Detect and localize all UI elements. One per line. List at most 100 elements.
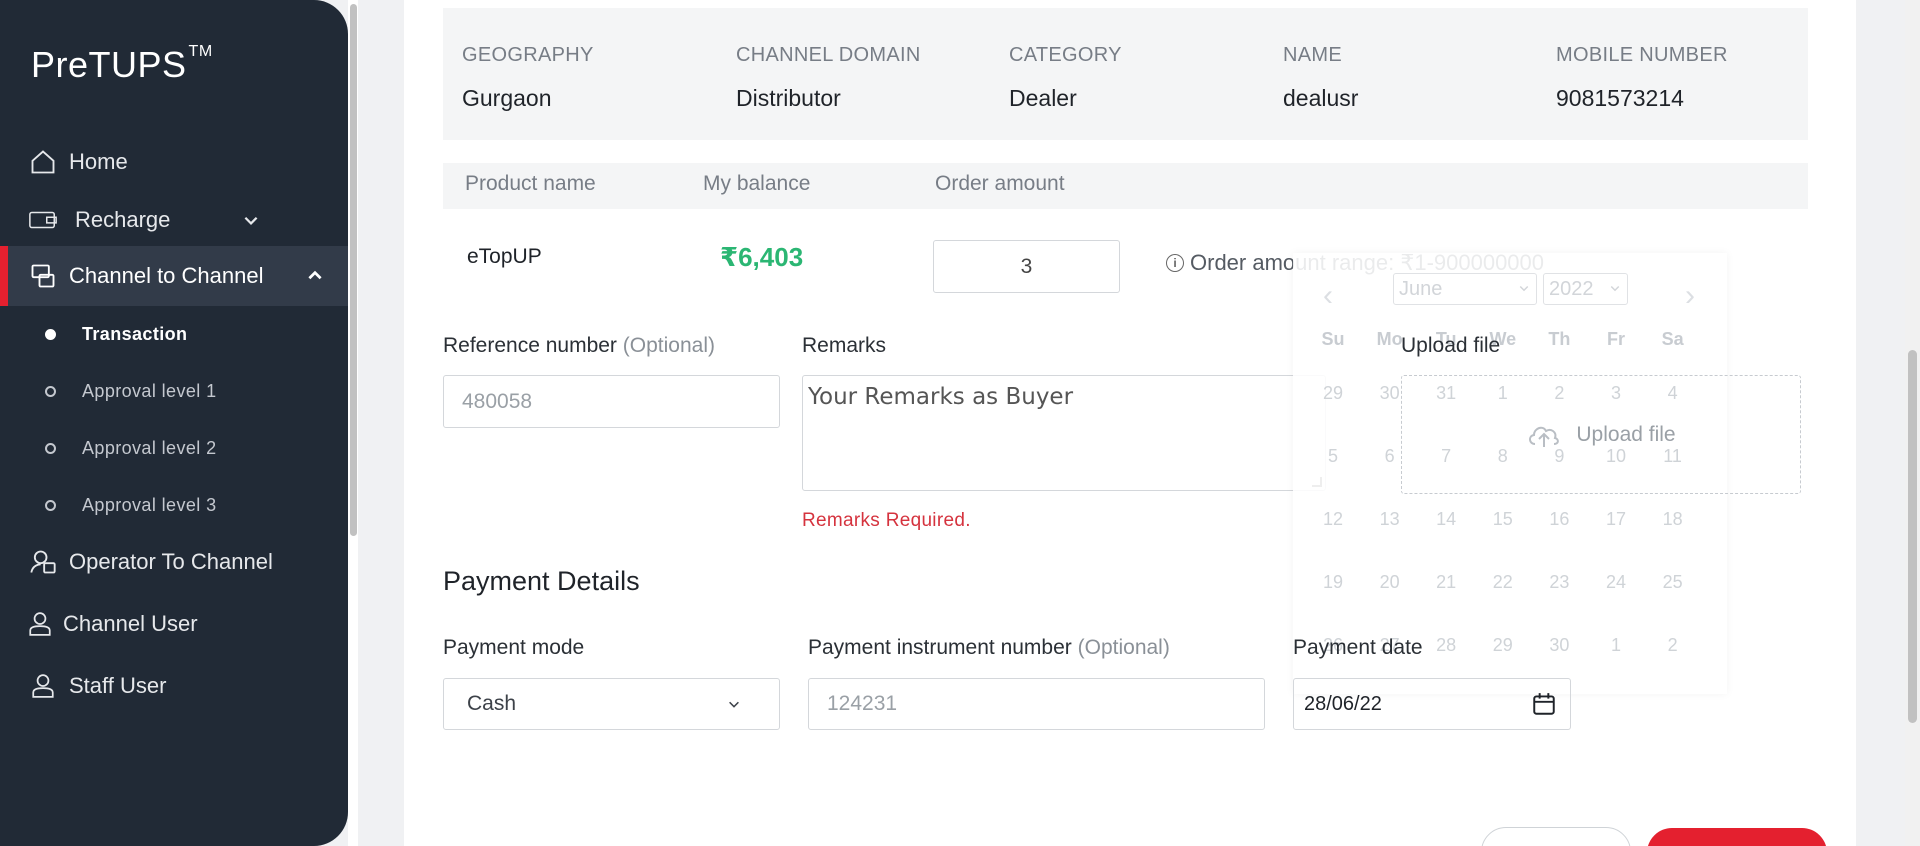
calendar-day[interactable]: 19 [1305, 572, 1361, 593]
payment-mode-select[interactable]: Cash [443, 678, 780, 730]
app-logo: PreTUPS TM [31, 43, 213, 86]
calendar-day[interactable]: 22 [1475, 572, 1531, 593]
scrollbar-thumb[interactable] [350, 4, 357, 536]
calendar-icon[interactable] [1531, 691, 1557, 717]
remarks-textarea[interactable]: Your Remarks as Buyer [802, 375, 1326, 491]
chevron-up-icon [308, 270, 322, 280]
sidebar-subitem-approval-2[interactable]: Approval level 2 [0, 428, 348, 468]
submit-button[interactable] [1647, 828, 1827, 846]
logo-trademark: TM [188, 43, 213, 60]
column-header: Order amount [935, 172, 1065, 195]
calendar-day[interactable]: 17 [1588, 509, 1644, 530]
sidebar-item-home[interactable]: Home [0, 132, 348, 192]
calendar-day[interactable]: 30 [1531, 635, 1587, 656]
payment-mode-value: Cash [467, 692, 517, 715]
upload-file-text: Upload file [1576, 422, 1676, 446]
operator-icon [28, 547, 58, 577]
info-category: CATEGORY Dealer [1009, 44, 1122, 112]
info-mobile-number: MOBILE NUMBER 9081573214 [1556, 44, 1728, 112]
year-select[interactable]: 2022 [1543, 273, 1628, 305]
info-value: Dealer [1009, 85, 1077, 111]
order-amount-input[interactable]: 3 [933, 240, 1120, 293]
info-value: 9081573214 [1556, 85, 1684, 111]
calendar-day[interactable]: 21 [1418, 572, 1474, 593]
payment-date-input[interactable]: 28/06/22 [1293, 678, 1571, 730]
info-label: CHANNEL DOMAIN [736, 44, 921, 66]
calendar-day[interactable]: 1 [1588, 635, 1644, 656]
payment-instrument-label: Payment instrument number (Optional) [808, 636, 1170, 660]
prev-month-icon[interactable]: ‹ [1323, 279, 1333, 313]
chevron-down-icon [1610, 285, 1620, 292]
sidebar-subitem-approval-1[interactable]: Approval level 1 [0, 371, 348, 411]
sidebar-subitem-transaction[interactable]: Transaction [0, 314, 348, 354]
info-label: NAME [1283, 44, 1342, 66]
calendar-day[interactable]: 28 [1418, 635, 1474, 656]
next-month-icon[interactable]: › [1685, 279, 1695, 313]
optional-hint: (Optional) [1077, 636, 1170, 659]
product-table-header: Product name My balance Order amount [443, 163, 1808, 209]
weekday-header: Th [1548, 329, 1571, 349]
calendar-day[interactable]: 5 [1305, 446, 1361, 467]
sidebar-item-label: Operator To Channel [69, 549, 273, 574]
user-icon [25, 609, 55, 639]
calendar-day[interactable]: 18 [1645, 509, 1701, 530]
info-name: NAME dealusr [1283, 44, 1358, 112]
calendar-day[interactable]: 24 [1588, 572, 1644, 593]
weekday-header: Su [1321, 329, 1345, 349]
payment-date-value: 28/06/22 [1304, 692, 1382, 715]
sidebar-item-channel-to-channel[interactable]: Channel to Channel [0, 246, 348, 306]
label-text: Reference number [443, 334, 617, 357]
calendar-day[interactable]: 25 [1645, 572, 1701, 593]
sidebar-scrollbar[interactable] [348, 0, 358, 846]
calendar-day[interactable]: 29 [1305, 383, 1361, 404]
calendar-day[interactable]: 14 [1418, 509, 1474, 530]
info-value: Gurgaon [462, 85, 552, 111]
home-icon [28, 147, 58, 177]
sidebar-subitem-approval-3[interactable]: Approval level 3 [0, 485, 348, 525]
calendar-day[interactable]: 15 [1475, 509, 1531, 530]
sidebar-item-staff-user[interactable]: Staff User [0, 656, 348, 716]
sidebar-item-label: Channel to Channel [69, 263, 264, 288]
bullet-icon [45, 328, 56, 340]
calendar-day[interactable]: 16 [1531, 509, 1587, 530]
upload-file-dropzone[interactable]: Upload file [1401, 375, 1801, 494]
calendar-day[interactable]: 12 [1305, 509, 1361, 530]
calendar-day[interactable]: 13 [1362, 509, 1418, 530]
sidebar-item-recharge[interactable]: Recharge [0, 190, 348, 250]
payment-instrument-input[interactable]: 124231 [808, 678, 1265, 730]
sidebar-subitem-label: Approval level 3 [82, 494, 217, 515]
info-label: MOBILE NUMBER [1556, 44, 1728, 66]
sidebar-item-operator-to-channel[interactable]: Operator To Channel [0, 532, 348, 592]
remarks-error: Remarks Required. [802, 510, 971, 531]
recharge-icon [28, 205, 58, 235]
info-value: Distributor [736, 85, 841, 111]
calendar-day[interactable]: 23 [1531, 572, 1587, 593]
reference-number-input[interactable]: 480058 [443, 375, 780, 428]
page-scrollbar[interactable] [1905, 0, 1920, 846]
weekday-header: Sa [1661, 329, 1684, 349]
chevron-down-icon [1519, 285, 1529, 292]
sidebar-item-label: Channel User [63, 611, 198, 636]
sidebar-item-channel-user[interactable]: Channel User [0, 594, 348, 654]
remarks-text: Your Remarks as Buyer [808, 384, 1074, 410]
calendar-day[interactable]: 29 [1475, 635, 1531, 656]
calendar-day[interactable]: 2 [1645, 635, 1701, 656]
sidebar-item-label: Home [69, 149, 128, 174]
cancel-button[interactable] [1481, 827, 1631, 846]
month-select[interactable]: June [1393, 273, 1537, 305]
info-icon: i [1166, 254, 1184, 272]
chevron-down-icon [244, 216, 258, 225]
bullet-icon [45, 499, 56, 511]
reference-number-label: Reference number (Optional) [443, 334, 715, 358]
bullet-icon [45, 385, 56, 397]
upload-file-label: Upload file [1401, 334, 1501, 357]
calendar-day[interactable]: 20 [1362, 572, 1418, 593]
sidebar-item-label: Staff User [69, 673, 167, 698]
weekday-header: Fr [1607, 329, 1625, 349]
month-value: June [1399, 277, 1443, 300]
scrollbar-thumb[interactable] [1908, 350, 1917, 723]
payment-date-label: Payment date [1293, 636, 1423, 659]
remarks-label: Remarks [802, 334, 887, 357]
chevron-down-icon [729, 701, 739, 708]
sidebar-item-label: Recharge [75, 207, 171, 232]
